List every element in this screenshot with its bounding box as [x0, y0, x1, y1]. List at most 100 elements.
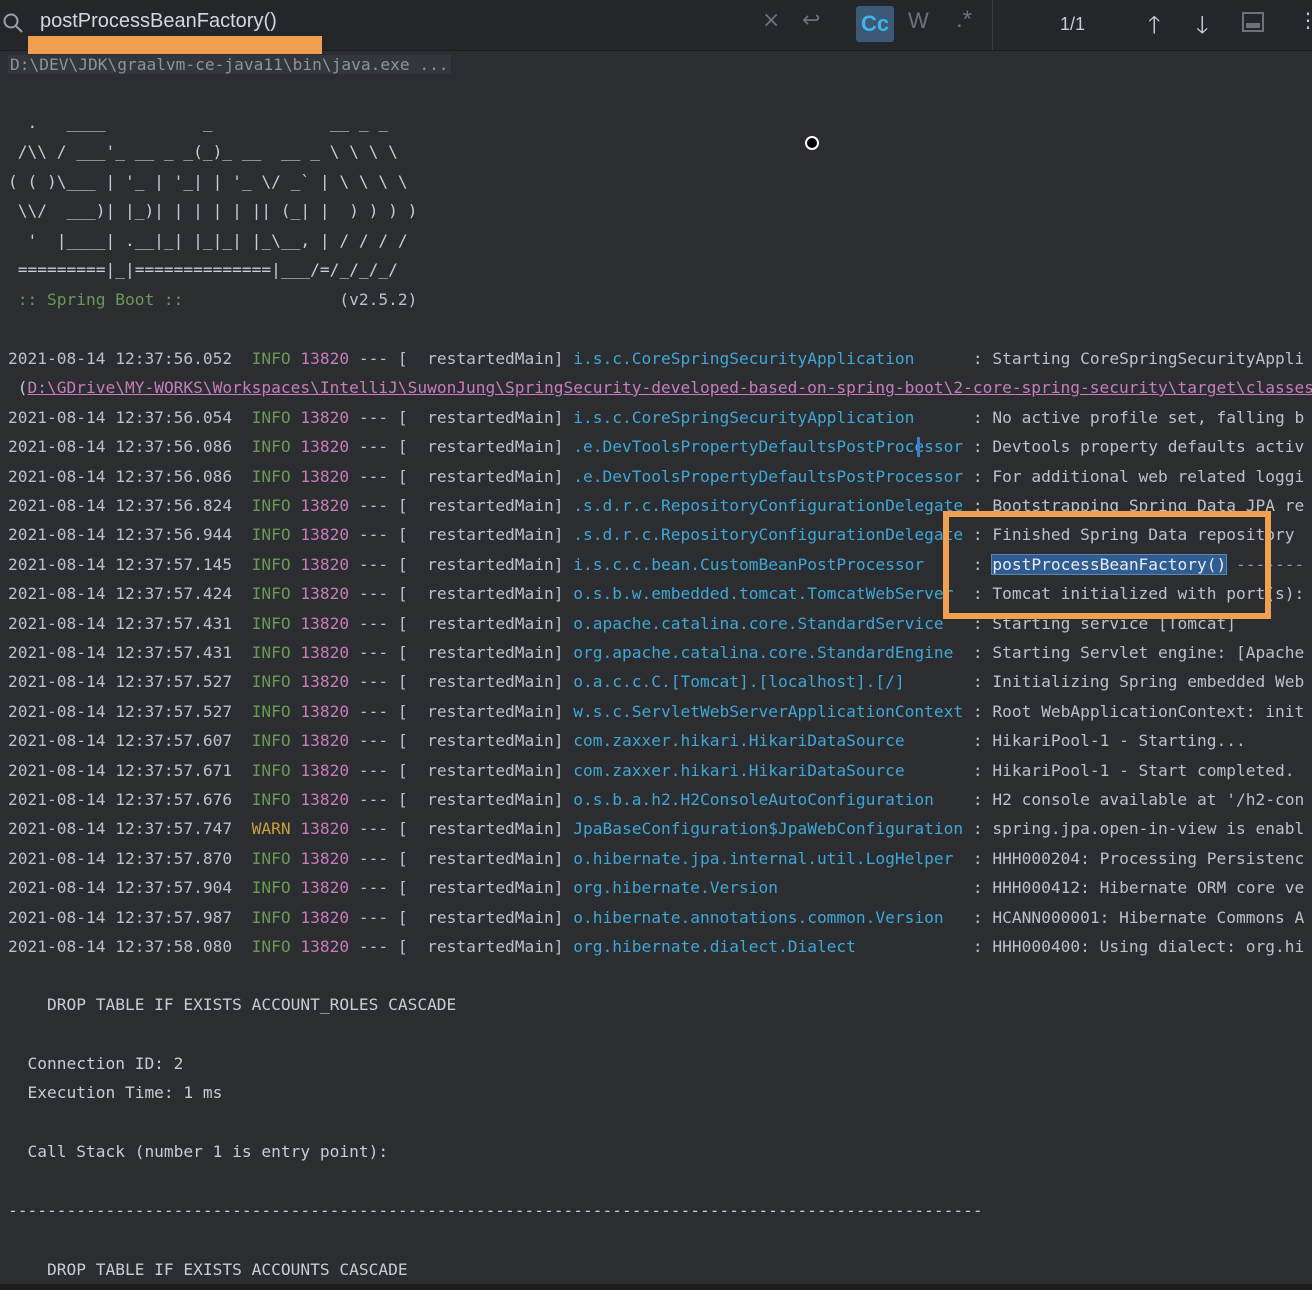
sql-statement: DROP TABLE IF EXISTS ACCOUNTS CASCADE — [8, 1260, 408, 1279]
thread-name: --- [ restartedMain] — [358, 496, 564, 515]
log-line: 2021-08-14 12:37:57.431 INFO 13820 --- [… — [8, 643, 1305, 662]
log-line: 2021-08-14 12:37:57.424 INFO 13820 --- [… — [8, 584, 1305, 604]
timestamp: 2021-08-14 12:37:57.424 — [8, 584, 233, 604]
timestamp: 2021-08-14 12:37:57.676 — [8, 790, 233, 809]
timestamp: 2021-08-14 12:37:57.987 — [8, 907, 233, 927]
next-occurrence-button[interactable]: 🡓 — [1196, 8, 1208, 49]
timestamp: 2021-08-14 12:37:57.870 — [8, 848, 233, 868]
connection-id: Connection ID: 2 — [8, 1054, 184, 1073]
log-line: 2021-08-14 12:37:57.904 INFO 13820 --- [… — [8, 878, 1305, 898]
log-line: 2021-08-14 12:37:57.145 INFO 13820 --- [… — [8, 553, 1305, 575]
thread-name: --- [ restartedMain] — [358, 760, 564, 780]
window-bottom-edge — [0, 1284, 1312, 1290]
timestamp: 2021-08-14 12:37:58.080 — [8, 937, 233, 956]
more-options-icon[interactable]: ⋮ — [1298, 8, 1312, 32]
sql-statement: DROP TABLE IF EXISTS ACCOUNT_ROLES CASCA… — [8, 995, 457, 1014]
filter-results-icon[interactable] — [1242, 12, 1264, 32]
mouse-cursor-icon — [805, 136, 819, 150]
search-input[interactable]: postProcessBeanFactory() — [40, 10, 277, 33]
log-line: 2021-08-14 12:37:57.747 WARN 13820 --- [… — [8, 819, 1305, 839]
logger-name[interactable]: .s.d.r.c.RepositoryConfigurationDelegate — [573, 525, 963, 544]
match-case-toggle[interactable]: Cc — [856, 6, 894, 42]
log-message: Starting Servlet engine: [Apache — [992, 643, 1305, 662]
logger-name[interactable]: .s.d.r.c.RepositoryConfigurationDelegate — [573, 496, 963, 515]
process-id: 13820 — [300, 584, 350, 604]
log-level: INFO — [251, 466, 291, 486]
log-level: INFO — [251, 407, 291, 427]
thread-name: --- [ restartedMain] — [358, 819, 564, 839]
logger-name[interactable]: com.zaxxer.hikari.HikariDataSource — [573, 761, 963, 780]
logger-name[interactable]: i.s.c.CoreSpringSecurityApplication — [573, 349, 963, 368]
banner-line: ( ( )\___ | '_ | '_| | '_ \/ _` | \ \ \ … — [8, 171, 408, 191]
log-message: HHH000400: Using dialect: org.hi — [992, 937, 1305, 956]
log-level: INFO — [251, 349, 291, 368]
log-line: 2021-08-14 12:37:56.086 INFO 13820 --- [… — [8, 437, 1305, 457]
clear-search-button[interactable]: × — [762, 8, 780, 33]
thread-name: --- [ restartedMain] — [358, 584, 564, 604]
text-caret — [917, 437, 920, 457]
log-message: Tomcat initialized with port(s): — [992, 584, 1305, 604]
process-id: 13820 — [300, 907, 350, 927]
logger-name[interactable]: o.s.b.a.h2.H2ConsoleAutoConfiguration — [573, 790, 963, 809]
logger-name[interactable]: o.s.b.w.embedded.tomcat.TomcatWebServer — [573, 584, 963, 603]
timestamp: 2021-08-14 12:37:56.052 — [8, 349, 233, 368]
process-id: 13820 — [300, 878, 350, 898]
timestamp: 2021-08-14 12:37:56.054 — [8, 407, 233, 427]
thread-name: --- [ restartedMain] — [358, 613, 564, 633]
thread-name: --- [ restartedMain] — [358, 731, 564, 751]
thread-name: --- [ restartedMain] — [358, 466, 564, 486]
log-line: 2021-08-14 12:37:56.052 INFO 13820 --- [… — [8, 349, 1305, 368]
log-line: 2021-08-14 12:37:56.054 INFO 13820 --- [… — [8, 407, 1305, 427]
process-id: 13820 — [300, 613, 350, 633]
logger-name[interactable]: i.s.c.c.bean.CustomBeanPostProcessor — [573, 555, 963, 574]
previous-occurrence-button[interactable]: 🡑 — [1148, 8, 1160, 49]
banner-line: . ____ _ __ _ _ — [8, 113, 389, 132]
timestamp: 2021-08-14 12:37:56.086 — [8, 437, 233, 457]
log-level: INFO — [251, 760, 291, 780]
process-id: 13820 — [300, 554, 350, 574]
log-level: INFO — [251, 584, 291, 604]
search-icon[interactable] — [2, 12, 24, 34]
new-line-icon[interactable]: ↩ — [802, 8, 820, 33]
logger-name[interactable]: com.zaxxer.hikari.HikariDataSource — [573, 731, 963, 750]
logger-name[interactable]: org.hibernate.dialect.Dialect — [573, 937, 963, 956]
logger-name[interactable]: o.hibernate.jpa.internal.util.LogHelper — [573, 849, 963, 868]
spring-boot-label: :: Spring Boot :: — [8, 290, 184, 309]
regex-toggle[interactable]: .* — [956, 6, 972, 34]
process-id: 13820 — [300, 672, 350, 692]
log-level: INFO — [251, 848, 291, 868]
process-id: 13820 — [300, 437, 350, 457]
logger-name[interactable]: o.apache.catalina.core.StandardService — [573, 614, 963, 633]
logger-name[interactable]: o.a.c.c.C.[Tomcat].[localhost].[/] — [573, 672, 963, 691]
match-counter: 1/1 — [1060, 14, 1086, 34]
logger-name[interactable]: org.hibernate.Version — [573, 878, 963, 897]
logger-name[interactable]: i.s.c.CoreSpringSecurityApplication — [573, 408, 963, 427]
log-line: 2021-08-14 12:37:57.671 INFO 13820 --- [… — [8, 760, 1295, 780]
logger-name[interactable]: org.apache.catalina.core.StandardEngine — [573, 643, 963, 662]
log-message: HCANN000001: Hibernate Commons A — [992, 907, 1305, 927]
log-message: HikariPool-1 - Start completed. — [992, 760, 1295, 780]
process-id: 13820 — [300, 525, 350, 545]
console-output[interactable]: D:\DEV\JDK\graalvm-ce-java11\bin\java.ex… — [0, 52, 1312, 1290]
thread-name: --- [ restartedMain] — [358, 907, 564, 927]
logger-name[interactable]: o.hibernate.annotations.common.Version — [573, 908, 963, 927]
execution-time: Execution Time: 1 ms — [8, 1083, 223, 1102]
log-line: 2021-08-14 12:37:57.870 INFO 13820 --- [… — [8, 848, 1305, 868]
logger-name[interactable]: JpaBaseConfiguration$JpaWebConfiguration — [573, 819, 963, 838]
log-level: INFO — [251, 437, 291, 457]
logger-name[interactable]: .e.DevToolsPropertyDefaultsPostProcessor — [573, 437, 963, 456]
logger-name[interactable]: .e.DevToolsPropertyDefaultsPostProcessor — [573, 467, 963, 486]
log-level: INFO — [251, 937, 291, 956]
divider — [992, 0, 993, 50]
whole-words-toggle[interactable]: W — [908, 8, 929, 34]
log-line: 2021-08-14 12:37:56.086 INFO 13820 --- [… — [8, 466, 1305, 486]
logger-name[interactable]: w.s.c.ServletWebServerApplicationContext — [573, 702, 963, 721]
classpath-link[interactable]: D:\GDrive\MY-WORKS\Workspaces\IntelliJ\S… — [28, 378, 1312, 397]
process-id: 13820 — [300, 848, 350, 868]
classpath-line: (D:\GDrive\MY-WORKS\Workspaces\IntelliJ\… — [8, 378, 1312, 397]
log-message: Starting CoreSpringSecurityAppli — [992, 349, 1305, 368]
thread-name: --- [ restartedMain] — [358, 407, 564, 427]
log-line: 2021-08-14 12:37:57.527 INFO 13820 --- [… — [8, 672, 1305, 692]
log-level: INFO — [251, 790, 291, 809]
command-line: D:\DEV\JDK\graalvm-ce-java11\bin\java.ex… — [8, 55, 451, 74]
